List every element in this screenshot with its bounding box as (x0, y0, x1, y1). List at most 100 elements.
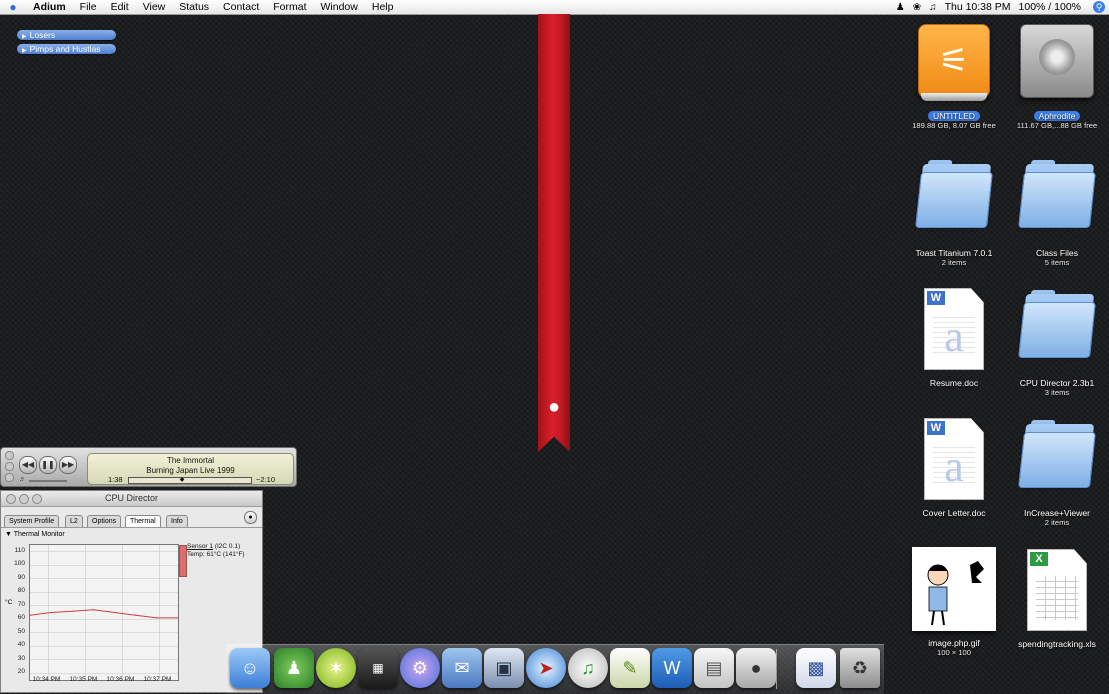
paw-icon[interactable]: ❀ (913, 2, 921, 13)
y-tick-label: 20 (17, 668, 25, 676)
dock-textedit-icon[interactable]: ✎ (610, 648, 650, 688)
adium-duck-icon[interactable]: ♟ (896, 2, 905, 13)
folder-icon (1018, 418, 1096, 488)
sensor-temp-bar (179, 545, 187, 577)
menu-window[interactable]: Window (314, 0, 365, 14)
menu-help[interactable]: Help (365, 0, 401, 14)
item-info: 2 items (1044, 518, 1070, 527)
menu-app-adium[interactable]: Adium (26, 0, 73, 14)
desktop-item-untitled[interactable]: ⚟ UNTITLED 189.88 GB, 8.07 GB free (904, 24, 1004, 130)
x-tick-label: 10:36 PM (106, 676, 135, 683)
item-name: Aphrodite (1033, 111, 1081, 121)
tab-thermal[interactable]: Thermal (125, 515, 161, 527)
menu-bar: ● Adium File Edit View Status Contact Fo… (0, 0, 1109, 15)
item-name: Cover Letter.doc (922, 508, 986, 518)
folder-icon (1018, 288, 1096, 358)
sensor-name[interactable]: Sensor 1 (187, 543, 213, 550)
item-name: CPU Director 2.3b1 (1019, 378, 1095, 388)
desktop-item-cover-letter[interactable]: aW Cover Letter.doc (904, 418, 1004, 518)
item-name: image.php.gif (928, 638, 980, 648)
elapsed-time: 1:38 (108, 475, 123, 484)
temperature-point (71, 610, 73, 612)
thermal-chart-svg (29, 545, 179, 680)
song-title: The Immortal (166, 456, 215, 465)
menu-clock[interactable]: Thu 10:38 PM (945, 1, 1011, 13)
next-track-button[interactable]: ▶▶ (59, 456, 77, 474)
dock-system-profiler-icon[interactable]: ● (736, 648, 776, 688)
menu-edit[interactable]: Edit (104, 0, 136, 14)
contact-group-losers[interactable]: ▶ Losers (17, 30, 116, 40)
window-titlebar[interactable]: CPU Director (1, 491, 262, 507)
item-info: 189.88 GB, 8.07 GB free (912, 121, 996, 130)
menu-contact[interactable]: Contact (216, 0, 266, 14)
desktop-item-cpu-director[interactable]: CPU Director 2.3b1 3 items (1007, 288, 1107, 397)
menu-file[interactable]: File (73, 0, 104, 14)
usb-drive-icon: ⚟ (918, 24, 990, 101)
dock-adium-icon[interactable]: ♟ (274, 648, 314, 688)
close-button[interactable] (5, 451, 14, 460)
zoom-button[interactable] (32, 494, 42, 504)
item-name: Class Files (1035, 248, 1079, 258)
minimize-button[interactable] (5, 462, 14, 471)
temperature-point (114, 611, 116, 614)
tab-bar: System Profile L2 Options Thermal Info ● (1, 511, 262, 528)
dock: ☺ ♟ ✶ ▦ ⚙ ✉ ▣ ➤ ♫ ✎ W ▤ ● ▩ ♻ (226, 644, 884, 694)
hard-drive-icon (1020, 24, 1094, 98)
close-button[interactable] (6, 494, 16, 504)
apple-menu-icon[interactable]: ● (0, 0, 26, 14)
desktop-item-toast[interactable]: Toast Titanium 7.0.1 2 items (904, 158, 1004, 267)
menu-view[interactable]: View (136, 0, 173, 14)
lock-icon[interactable]: ● (244, 511, 257, 524)
desktop-item-class-files[interactable]: Class Files 5 items (1007, 158, 1107, 267)
item-info: 100 × 100 (937, 648, 971, 657)
y-tick-label: 80 (17, 587, 25, 595)
dock-limewire-icon[interactable]: ✶ (316, 648, 356, 688)
pause-button[interactable]: ❚❚ (39, 456, 57, 474)
y-tick-label: 50 (17, 627, 25, 635)
thermal-monitor-section[interactable]: ▼ Thermal Monitor (5, 531, 262, 538)
item-name: Resume.doc (929, 378, 979, 388)
menu-status[interactable]: Status (172, 0, 216, 14)
dock-itunes-icon[interactable]: ♫ (568, 648, 608, 688)
dock-trash-icon[interactable]: ♻ (840, 648, 880, 688)
desktop-item-spending-xls[interactable]: X spendingtracking.xls (1007, 549, 1107, 649)
tab-l2[interactable]: L2 (65, 515, 83, 527)
dock-screenshot-icon[interactable]: ▩ (796, 648, 836, 688)
battery-status[interactable]: 100% / 100% (1019, 1, 1081, 13)
tab-options[interactable]: Options (87, 515, 122, 527)
item-name: Toast Titanium 7.0.1 (915, 248, 993, 258)
item-name: UNTITLED (927, 111, 981, 121)
minimize-button[interactable] (19, 494, 29, 504)
volume-slider[interactable] (29, 480, 67, 482)
desktop-item-increase-viewer[interactable]: InCrease+Viewer 2 items (1007, 418, 1107, 527)
disclosure-triangle-icon: ▼ (5, 531, 12, 538)
dock-powerlogix-icon[interactable]: ▦ (358, 648, 398, 688)
y-tick-label: 110 (14, 546, 25, 554)
y-tick-label: 90 (17, 573, 25, 581)
dock-finder-icon[interactable]: ☺ (230, 648, 270, 688)
tab-system-profile[interactable]: System Profile (4, 515, 60, 527)
itunes-mini-player: ◀◀ ❚❚ ▶▶ ♬ The Immortal Burning Japan Li… (0, 447, 297, 487)
contact-group-pimps[interactable]: ▶ Pimps and Hustlas (17, 44, 116, 54)
dock-gear-icon[interactable]: ⚙ (400, 648, 440, 688)
item-info: 111.67 GB,...88 GB free (1016, 121, 1098, 130)
menu-format[interactable]: Format (266, 0, 313, 14)
tab-info[interactable]: Info (166, 515, 188, 527)
desktop-item-resume[interactable]: aW Resume.doc (904, 288, 1004, 388)
previous-track-button[interactable]: ◀◀ (19, 456, 37, 474)
spotlight-icon[interactable]: ⚲ (1093, 1, 1105, 13)
scrubber-knob-icon[interactable]: ◆ (180, 476, 185, 483)
desktop-item-image-gif[interactable]: image.php.gif 100 × 100 (904, 547, 1004, 657)
dock-preview-icon[interactable]: ▤ (694, 648, 734, 688)
volume-icon[interactable]: ♫ (929, 2, 937, 13)
progress-scrubber[interactable]: ◆ (128, 477, 252, 484)
dock-word-icon[interactable]: W (652, 648, 692, 688)
dock-safari-icon[interactable]: ➤ (526, 648, 566, 688)
y-tick-label: 30 (17, 654, 25, 662)
desktop-item-aphrodite[interactable]: Aphrodite 111.67 GB,...88 GB free (1007, 24, 1107, 130)
word-document-icon: aW (924, 288, 984, 370)
dock-mail-icon[interactable]: ✉ (442, 648, 482, 688)
sensor-temperature: Temp: 61°C (141°F) (187, 551, 245, 558)
zoom-button[interactable] (5, 473, 14, 482)
dock-iphoto-icon[interactable]: ▣ (484, 648, 524, 688)
